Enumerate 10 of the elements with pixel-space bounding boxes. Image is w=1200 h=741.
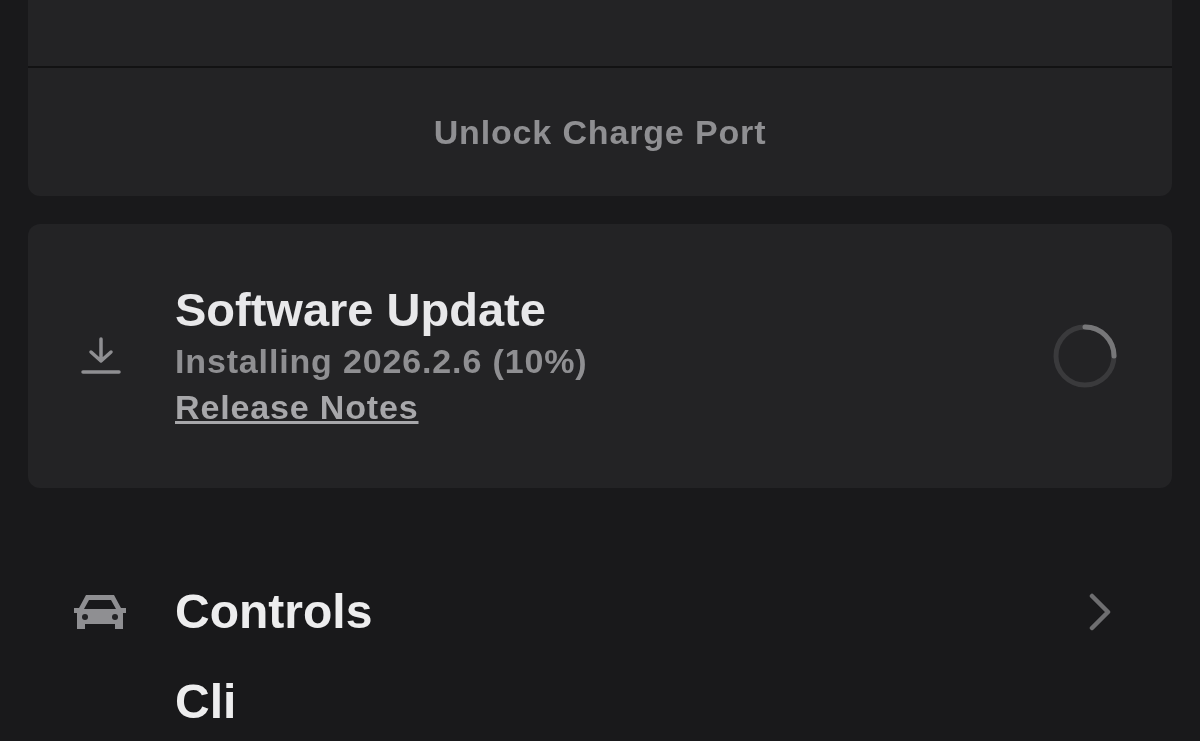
menu-label: Controls xyxy=(175,584,373,640)
menu-item[interactable]: Cli xyxy=(28,670,1172,734)
section-title: Software Update xyxy=(175,282,547,338)
download-icon xyxy=(80,337,122,375)
unlock-charge-port-button[interactable]: Unlock Charge Port xyxy=(417,98,783,166)
release-notes-link[interactable]: Release Notes xyxy=(175,384,419,430)
menu-item[interactable]: Controls xyxy=(28,580,1172,644)
loading-spinner-icon xyxy=(1052,323,1118,389)
install-status: Installing 2026.2.6 (10%) xyxy=(175,341,588,382)
menu-label: Cli xyxy=(175,674,237,730)
